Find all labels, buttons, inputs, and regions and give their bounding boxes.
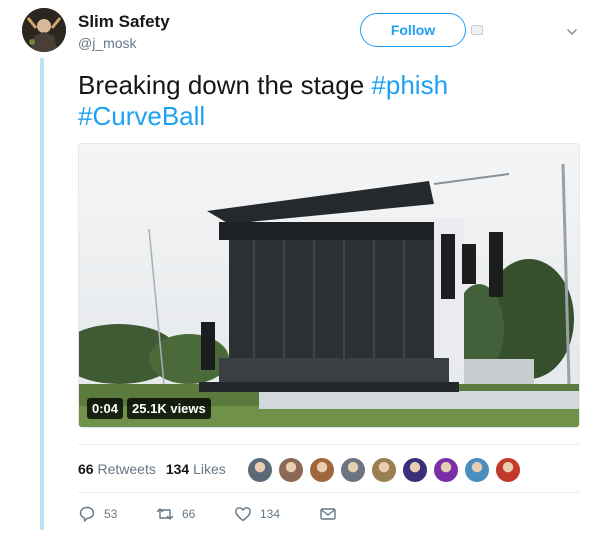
likes-count: 134 — [165, 461, 190, 477]
retweet-count: 66 — [182, 507, 196, 521]
video-duration: 0:04 — [87, 398, 124, 419]
liker-avatar[interactable] — [402, 457, 428, 483]
reply-button[interactable]: 53 — [78, 505, 156, 523]
hashtag-curveball[interactable]: #CurveBall — [78, 101, 205, 131]
divider-bottom — [78, 492, 580, 493]
retweets-count: 66 — [78, 461, 94, 477]
reply-count: 53 — [104, 507, 118, 521]
liker-avatar[interactable] — [433, 457, 459, 483]
chevron-down-icon[interactable] — [565, 25, 579, 39]
video-thumbnail — [79, 144, 579, 427]
likes-stat[interactable]: 134 Likes — [166, 461, 226, 477]
video-player[interactable]: 0:04 25.1K views — [78, 143, 580, 428]
likes-label: Likes — [193, 461, 226, 477]
display-name[interactable]: Slim Safety — [78, 12, 170, 32]
liker-avatar[interactable] — [495, 457, 521, 483]
liker-avatar[interactable] — [464, 457, 490, 483]
hashtag-phish[interactable]: #phish — [371, 70, 448, 100]
heart-icon — [235, 507, 251, 522]
tweet-actions: 53 66 134 — [78, 505, 337, 523]
liker-avatar[interactable] — [247, 457, 273, 483]
liker-avatar[interactable] — [278, 457, 304, 483]
follow-button[interactable]: Follow — [360, 13, 466, 47]
retweet-button[interactable]: 66 — [156, 505, 234, 523]
tweet-text-plain: Breaking down the stage — [78, 70, 372, 100]
liker-avatar[interactable] — [309, 457, 335, 483]
avatar[interactable] — [22, 8, 66, 52]
envelope-icon — [320, 508, 336, 520]
video-badges: 0:04 25.1K views — [87, 398, 211, 419]
retweet-icon — [156, 508, 174, 520]
thread-line — [40, 58, 44, 530]
video-views: 25.1K views — [127, 398, 211, 419]
direct-message-button[interactable] — [319, 505, 337, 523]
divider-top — [78, 444, 580, 445]
follow-indicator-icon — [471, 25, 483, 35]
tweet-stats: 66 Retweets 134 Likes — [78, 461, 226, 477]
liker-avatar[interactable] — [340, 457, 366, 483]
retweets-stat[interactable]: 66 Retweets — [78, 461, 156, 477]
retweets-label: Retweets — [97, 461, 156, 477]
liker-avatars — [247, 457, 521, 483]
avatar-image — [22, 8, 66, 52]
liker-avatar[interactable] — [371, 457, 397, 483]
tweet-text: Breaking down the stage #phish #CurveBal… — [78, 70, 588, 132]
like-button[interactable]: 134 — [234, 505, 319, 523]
reply-icon — [79, 506, 95, 522]
username[interactable]: @j_mosk — [78, 35, 137, 51]
like-count: 134 — [260, 507, 281, 521]
